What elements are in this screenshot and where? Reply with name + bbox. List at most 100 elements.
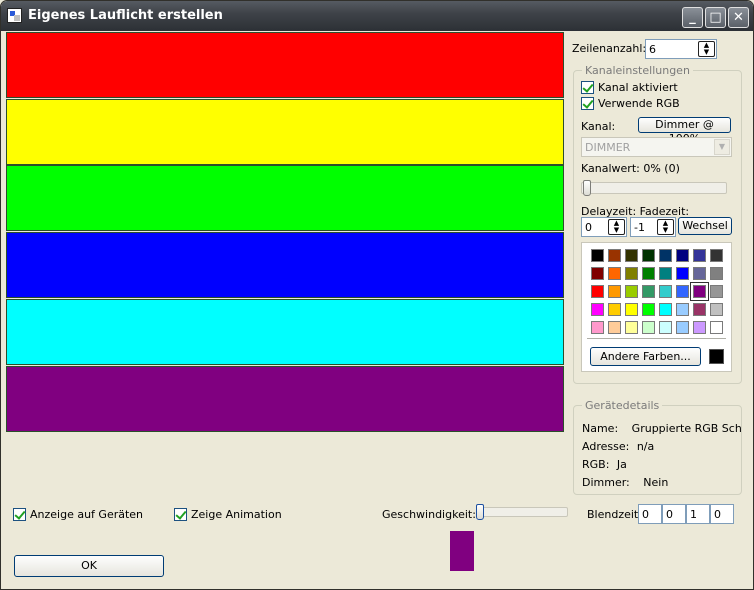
color-swatch[interactable] <box>693 249 706 262</box>
slider-groove <box>581 182 727 194</box>
color-swatch[interactable] <box>659 249 672 262</box>
blend-field-2[interactable] <box>663 505 685 523</box>
use-rgb-label: Verwende RGB <box>598 97 680 110</box>
rows-stepper[interactable]: ▲ ▼ <box>645 39 717 59</box>
channel-select-value: DIMMER <box>585 141 631 154</box>
speed-slider[interactable] <box>474 503 570 523</box>
rows-label: Zeilenanzahl: <box>572 42 647 55</box>
color-swatch[interactable] <box>642 303 655 316</box>
color-swatch[interactable] <box>625 267 638 280</box>
blend-input-1[interactable] <box>638 504 662 524</box>
color-swatch[interactable] <box>642 267 655 280</box>
show-animation-checkbox[interactable] <box>174 508 187 521</box>
color-swatch[interactable] <box>676 321 689 334</box>
close-button[interactable]: ✕ <box>728 7 749 28</box>
maximize-icon: □ <box>709 10 722 25</box>
animation-preview <box>450 531 474 571</box>
color-swatch[interactable] <box>710 267 723 280</box>
channel-value-label: Kanalwert: 0% (0) <box>581 162 680 175</box>
slider-thumb[interactable] <box>583 180 591 196</box>
device-details-title: Gerätedetails <box>582 399 663 412</box>
color-stripe-6[interactable] <box>6 366 564 432</box>
color-stripe-3[interactable] <box>6 165 564 231</box>
color-swatch[interactable] <box>608 267 621 280</box>
color-swatch[interactable] <box>710 249 723 262</box>
color-swatch[interactable] <box>676 267 689 280</box>
channel-enabled-checkbox[interactable] <box>581 81 594 94</box>
use-rgb-checkbox[interactable] <box>581 97 594 110</box>
color-swatch[interactable] <box>591 267 604 280</box>
color-swatch[interactable] <box>625 285 638 298</box>
minimize-button[interactable]: _ <box>682 7 703 28</box>
color-swatch[interactable] <box>625 321 638 334</box>
color-swatch[interactable] <box>625 303 638 316</box>
color-swatch[interactable] <box>710 321 723 334</box>
color-swatch[interactable] <box>591 285 604 298</box>
blend-field-4[interactable] <box>711 505 733 523</box>
blend-input-4[interactable] <box>710 504 734 524</box>
show-on-devices-label: Anzeige auf Geräten <box>30 508 144 521</box>
color-swatch[interactable] <box>591 303 604 316</box>
delay-spin-button[interactable]: ▲ ▼ <box>608 219 625 235</box>
color-swatch[interactable] <box>693 321 706 334</box>
color-swatch[interactable] <box>659 285 672 298</box>
minimize-icon: _ <box>689 10 696 25</box>
color-stripe-1[interactable] <box>6 32 564 98</box>
speed-slider-thumb[interactable] <box>476 504 484 520</box>
color-swatch[interactable] <box>642 249 655 262</box>
color-stripe-5[interactable] <box>6 299 564 365</box>
color-swatch[interactable] <box>625 249 638 262</box>
channel-value-slider[interactable] <box>581 178 731 198</box>
speed-label: Geschwindigkeit: <box>382 508 476 521</box>
device-name-label: Name: <box>582 422 619 435</box>
color-swatch[interactable] <box>659 303 672 316</box>
color-palette: Andere Farben... <box>581 242 732 372</box>
color-swatch[interactable] <box>608 321 621 334</box>
channel-settings-group: Kanaleinstellungen Kanal aktiviert Verwe… <box>573 64 742 384</box>
color-swatch[interactable] <box>676 249 689 262</box>
swap-button[interactable]: Wechsel <box>678 217 732 235</box>
color-swatch[interactable] <box>676 303 689 316</box>
blend-field-3[interactable] <box>687 505 709 523</box>
channel-select[interactable]: DIMMER ▼ <box>581 137 732 157</box>
color-swatch[interactable] <box>710 303 723 316</box>
device-address-label: Adresse: <box>582 440 630 453</box>
fade-spin-button[interactable]: ▲ ▼ <box>657 219 674 235</box>
ok-button[interactable]: OK <box>14 555 164 577</box>
device-dimmer-label: Dimmer: <box>582 476 630 489</box>
color-swatch[interactable] <box>659 267 672 280</box>
show-on-devices-checkbox[interactable] <box>13 508 26 521</box>
maximize-button[interactable]: □ <box>705 7 726 28</box>
color-swatch[interactable] <box>608 303 621 316</box>
color-stripe-2[interactable] <box>6 99 564 165</box>
rows-spin-button[interactable]: ▲ ▼ <box>698 41 715 57</box>
dialog-content: Zeilenanzahl: ▲ ▼ Kanaleinstellungen Kan… <box>5 31 749 585</box>
color-swatch[interactable] <box>642 321 655 334</box>
title-bar: Eigenes Lauflicht erstellen _ □ ✕ <box>1 1 753 31</box>
blend-input-3[interactable] <box>686 504 710 524</box>
dialog-window: Eigenes Lauflicht erstellen _ □ ✕ Zeilen… <box>0 0 754 590</box>
show-animation-label: Zeige Animation <box>191 508 282 521</box>
dimmer-button[interactable]: Dimmer @ 100% <box>638 117 731 145</box>
other-colors-button[interactable]: Andere Farben... <box>590 347 701 366</box>
color-swatch[interactable] <box>608 285 621 298</box>
color-swatch[interactable] <box>591 249 604 262</box>
device-rgb-row: RGB: Ja <box>582 458 627 471</box>
delay-stepper[interactable]: ▲ ▼ <box>581 217 627 237</box>
color-swatch[interactable] <box>710 285 723 298</box>
color-swatch[interactable] <box>690 282 709 301</box>
color-swatch[interactable] <box>591 321 604 334</box>
color-stripe-4[interactable] <box>6 232 564 298</box>
color-swatch[interactable] <box>693 267 706 280</box>
color-swatch[interactable] <box>676 285 689 298</box>
spin-down-icon: ▼ <box>703 48 710 56</box>
fade-stepper[interactable]: ▲ ▼ <box>630 217 676 237</box>
color-swatch[interactable] <box>659 321 672 334</box>
blend-field-1[interactable] <box>639 505 661 523</box>
color-swatch[interactable] <box>642 285 655 298</box>
color-swatch[interactable] <box>693 303 706 316</box>
blend-input-2[interactable] <box>662 504 686 524</box>
device-address-row: Adresse: n/a <box>582 440 654 453</box>
device-name-row: Name: Gruppierte RGB Scheinwerfer <box>582 422 741 436</box>
color-swatch[interactable] <box>608 249 621 262</box>
